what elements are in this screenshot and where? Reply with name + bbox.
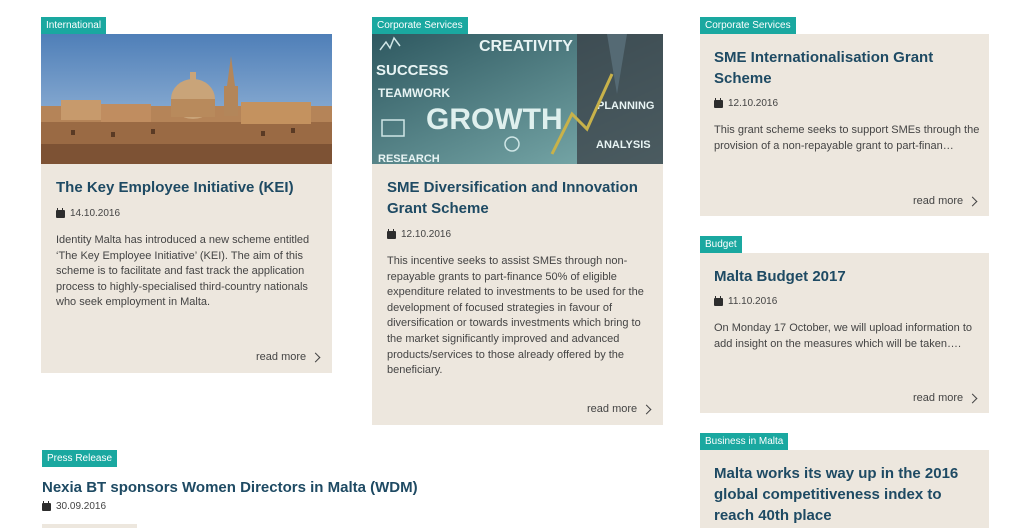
date-text: 12.10.2016	[728, 98, 779, 109]
article-title[interactable]: Malta works its way up in the 2016 globa…	[714, 463, 976, 526]
article-excerpt: This incentive seeks to assist SMEs thro…	[387, 255, 644, 377]
read-more-label: read more	[913, 392, 964, 404]
news-card: SME Internationalisation Grant Scheme 12…	[700, 34, 989, 216]
article-excerpt: On Monday 17 October, we will upload inf…	[714, 322, 973, 350]
read-more-link[interactable]: read more	[913, 195, 978, 207]
next-item-edge	[42, 524, 137, 528]
article-date: 14.10.2016	[56, 207, 121, 219]
calendar-icon	[387, 228, 396, 239]
image-word: GROWTH	[426, 103, 563, 136]
image-word: RESEARCH	[378, 153, 440, 164]
read-more-label: read more	[256, 351, 307, 363]
article-date: 12.10.2016	[714, 97, 779, 109]
image-word: PLANNING	[597, 100, 654, 112]
article-date: 12.10.2016	[387, 228, 452, 240]
chevron-right-icon	[641, 404, 652, 414]
category-tag[interactable]: Budget	[700, 236, 742, 253]
news-card: CREATIVITY SUCCESS TEAMWORK GROWTH PLANN…	[372, 34, 663, 425]
valletta-skyline-image[interactable]	[41, 34, 332, 164]
category-tag[interactable]: Corporate Services	[700, 17, 796, 34]
news-card: The Key Employee Initiative (KEI) 14.10.…	[41, 34, 332, 373]
news-card: Malta works its way up in the 2016 globa…	[700, 450, 989, 528]
chevron-right-icon	[967, 393, 978, 403]
category-tag[interactable]: Business in Malta	[700, 433, 789, 450]
category-tag[interactable]: Press Release	[42, 450, 118, 467]
article-title[interactable]: The Key Employee Initiative (KEI)	[56, 177, 321, 198]
read-more-label: read more	[913, 195, 964, 207]
read-more-link[interactable]: read more	[587, 403, 652, 415]
date-text: 11.10.2016	[728, 296, 778, 307]
news-card: Malta Budget 2017 11.10.2016 On Monday 1…	[700, 253, 989, 413]
article-title[interactable]: SME Internationalisation Grant Scheme	[714, 47, 976, 89]
calendar-icon	[714, 295, 723, 306]
chevron-right-icon	[967, 196, 978, 206]
chevron-right-icon	[310, 352, 321, 362]
date-text: 14.10.2016	[70, 208, 121, 219]
article-title[interactable]: Malta Budget 2017	[714, 266, 976, 287]
image-word: SUCCESS	[376, 62, 449, 79]
article-excerpt: Identity Malta has introduced a new sche…	[56, 234, 310, 309]
article-title[interactable]: Nexia BT sponsors Women Directors in Mal…	[42, 478, 462, 498]
image-word: TEAMWORK	[378, 86, 450, 100]
read-more-label: read more	[587, 403, 638, 415]
article-date: 11.10.2016	[714, 295, 778, 307]
read-more-link[interactable]: read more	[256, 351, 321, 363]
article-excerpt: This grant scheme seeks to support SMEs …	[714, 124, 980, 152]
calendar-icon	[56, 207, 65, 218]
image-word: ANALYSIS	[596, 139, 651, 151]
date-text: 12.10.2016	[401, 229, 452, 240]
image-word: CREATIVITY	[479, 38, 573, 55]
article-date: 30.09.2016	[42, 500, 107, 512]
category-tag[interactable]: Corporate Services	[372, 17, 468, 34]
read-more-link[interactable]: read more	[913, 392, 978, 404]
date-text: 30.09.2016	[56, 501, 107, 512]
category-tag[interactable]: International	[41, 17, 107, 34]
article-title[interactable]: SME Diversification and Innovation Grant…	[387, 177, 652, 219]
growth-concept-image[interactable]: CREATIVITY SUCCESS TEAMWORK GROWTH PLANN…	[372, 34, 663, 164]
calendar-icon	[42, 500, 51, 511]
calendar-icon	[714, 97, 723, 108]
